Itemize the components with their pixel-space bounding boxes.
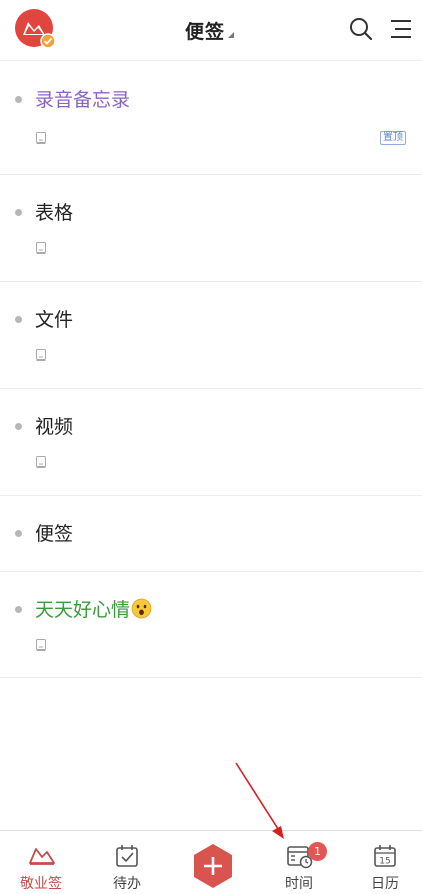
bottom-tab-bar: 敬业签 待办 时间 15 日历 xyxy=(0,830,422,894)
page-title: 便签 xyxy=(185,20,226,43)
note-title: 录音备忘录 xyxy=(35,89,131,111)
astonished-face-icon xyxy=(131,598,152,619)
note-list: 录音备忘录 置顶 表格 文件 视频 便签 天天好心情 xyxy=(0,61,422,678)
note-item[interactable]: 视频 xyxy=(0,389,422,496)
note-type-icon xyxy=(36,242,46,254)
tab-label: 敬业签 xyxy=(20,876,62,892)
note-title-row: 天天好心情 xyxy=(35,598,152,622)
note-type-icon xyxy=(36,349,46,361)
tab-label: 时间 xyxy=(285,876,313,892)
note-type-icon xyxy=(36,132,46,144)
bullet-dot xyxy=(15,530,22,537)
tab-time[interactable]: 时间 xyxy=(264,831,334,894)
note-title: 便签 xyxy=(35,523,74,545)
note-type-icon xyxy=(36,456,46,468)
calendar-day-number: 15 xyxy=(379,857,390,867)
tab-jingyeqian[interactable]: 敬业签 xyxy=(6,831,76,894)
bullet-dot xyxy=(15,96,22,103)
note-item[interactable]: 录音备忘录 置顶 xyxy=(0,61,422,175)
tab-calendar[interactable]: 15 日历 xyxy=(350,831,420,894)
note-title: 天天好心情 xyxy=(35,599,131,621)
tab-label: 待办 xyxy=(113,876,141,892)
caret-down-icon xyxy=(228,32,235,38)
tab-todo[interactable]: 待办 xyxy=(92,831,162,894)
bullet-dot xyxy=(15,606,22,613)
bullet-dot xyxy=(15,423,22,430)
title-dropdown[interactable]: 便签 xyxy=(185,16,235,44)
bullet-dot xyxy=(15,209,22,216)
note-item[interactable]: 文件 xyxy=(0,282,422,389)
note-item[interactable]: 天天好心情 xyxy=(0,572,422,678)
boat-icon xyxy=(29,848,55,865)
search-icon[interactable] xyxy=(348,16,374,42)
notification-badge: 1 xyxy=(308,842,327,861)
note-title: 视频 xyxy=(35,416,74,438)
bullet-dot xyxy=(15,316,22,323)
menu-icon[interactable] xyxy=(388,16,414,42)
calendar-15-icon: 15 xyxy=(374,845,396,867)
note-item[interactable]: 便签 xyxy=(0,496,422,572)
add-icon[interactable] xyxy=(190,843,236,889)
note-type-icon xyxy=(36,639,46,651)
pinned-badge: 置顶 xyxy=(380,131,406,145)
top-bar: 便签 xyxy=(0,0,422,61)
avatar[interactable] xyxy=(14,8,56,50)
todo-check-icon xyxy=(116,845,138,867)
tab-label: 日历 xyxy=(371,876,399,892)
note-title: 文件 xyxy=(35,309,74,331)
note-item[interactable]: 表格 xyxy=(0,175,422,282)
note-title: 表格 xyxy=(35,202,74,224)
